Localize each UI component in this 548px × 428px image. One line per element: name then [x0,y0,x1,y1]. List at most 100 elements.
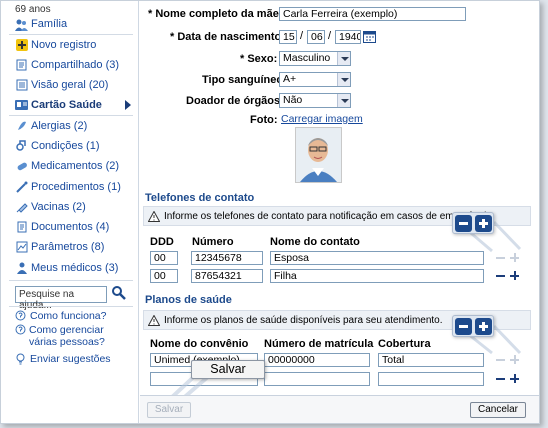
sidebar-item-visao-geral[interactable]: Visão geral (20) [15,77,108,93]
date-separator: / [328,30,332,42]
divider [9,115,133,116]
plans-section-title: Planos de saúde [145,294,232,306]
sidebar-item-condicoes[interactable]: Condições (1) [15,138,99,154]
sidebar-item-novo-registro[interactable]: Novo registro [15,37,96,53]
plan-coverage-input[interactable] [378,372,484,386]
mother-name-input[interactable]: Carla Ferreira (exemplo) [279,7,466,21]
help-link-como-funciona[interactable]: Como funciona? [15,310,106,324]
age-label: 69 anos [15,4,51,15]
warning-icon [147,313,161,326]
add-row-icon[interactable] [508,251,521,264]
remove-row-icon[interactable] [454,214,472,232]
help-search-input[interactable]: Pesquise na ajuda... [15,286,107,311]
health-card-icon [15,99,28,112]
blood-type-select[interactable]: A+ [279,72,351,87]
pill-icon [15,160,28,173]
procedure-icon [15,181,28,194]
sidebar-item-label: Novo registro [31,39,97,51]
column-header-convenio: Nome do convênio [150,338,249,350]
contact-ddd-input[interactable]: 00 [150,269,178,283]
share-icon [15,59,28,72]
remove-row-icon[interactable] [494,372,507,385]
add-row-icon[interactable] [508,353,521,366]
birth-year-input[interactable]: 1940 [335,30,361,44]
sidebar-item-label: Alergias (2) [31,120,88,132]
sidebar-item-label: Documentos (4) [31,221,110,233]
column-header-numero: Número [192,236,234,248]
sidebar-item-meus-medicos[interactable]: Meus médicos (3) [15,260,118,276]
blood-type-label: Tipo sanguíneo: [202,74,287,86]
remove-row-icon[interactable] [494,251,507,264]
help-icon [15,310,27,324]
birth-month-input[interactable]: 06 [307,30,325,44]
add-icon [15,39,28,52]
add-row-icon[interactable] [474,317,492,335]
sidebar-item-label: Medicamentos (2) [31,160,120,172]
contact-number-input[interactable]: 12345678 [191,251,263,265]
form-action-bar: Salvar Cancelar [140,395,539,423]
remove-row-icon[interactable] [454,317,472,335]
plans-info-text: Informe os planos de saúde disponíveis p… [164,314,443,326]
sex-select[interactable]: Masculino [279,51,351,66]
document-icon [15,221,28,234]
sidebar-item-alergias[interactable]: Alergias (2) [15,118,87,134]
plan-coverage-input[interactable]: Total [378,353,484,367]
birth-date-label: * Data de nascimento: [170,31,285,43]
sidebar-item-label: Compartilhado (3) [31,59,120,71]
conditions-icon [15,140,28,153]
organ-donor-label: Doador de órgãos? [186,95,287,107]
contact-name-input[interactable]: Filha [270,269,484,283]
plan-id-input[interactable] [264,372,370,386]
vaccine-icon [15,201,28,214]
sidebar-item-label: Família [31,18,68,30]
add-row-icon[interactable] [508,269,521,282]
organ-donor-select-value: Não [283,94,303,106]
plan-id-input[interactable]: 00000000 [264,353,370,367]
help-icon [15,324,26,348]
cancel-button[interactable]: Cancelar [470,402,526,418]
remove-row-icon[interactable] [494,353,507,366]
lightbulb-icon [15,353,27,368]
help-link-gerenciar-pessoas[interactable]: Como gerenciar várias pessoas? [15,324,133,348]
sidebar-item-parametros[interactable]: Parâmetros (8) [15,239,104,255]
sidebar-item-procedimentos[interactable]: Procedimentos (1) [15,179,121,195]
calendar-icon[interactable] [363,30,376,43]
photo-label: Foto: [250,114,278,126]
contacts-info-text: Informe os telefones de contato para not… [164,210,495,222]
add-row-icon[interactable] [474,214,492,232]
help-link-label: Como funciona? [30,310,107,322]
chevron-down-icon [337,52,350,65]
help-link-enviar-sugestoes[interactable]: Enviar sugestões [15,353,111,368]
column-header-ddd: DDD [150,236,174,248]
save-button-callout: Salvar [191,360,265,379]
sidebar-item-label: Meus médicos (3) [31,262,119,274]
sidebar-item-label: Condições (1) [31,140,100,152]
upload-photo-link[interactable]: Carregar imagem [281,113,363,125]
remove-row-icon[interactable] [494,269,507,282]
contact-ddd-input[interactable]: 00 [150,251,178,265]
sidebar-item-documentos[interactable]: Documentos (4) [15,219,109,235]
add-row-icon[interactable] [508,372,521,385]
sidebar-item-medicamentos[interactable]: Medicamentos (2) [15,158,119,174]
sidebar-item-label: Vacinas (2) [31,201,86,213]
save-button[interactable]: Salvar [147,402,191,418]
parameters-icon [15,241,28,254]
sidebar-item-vacinas[interactable]: Vacinas (2) [15,199,86,215]
birth-day-input[interactable]: 15 [279,30,297,44]
divider [9,280,133,281]
sidebar-item-familia[interactable]: Família [15,16,67,32]
contact-number-input[interactable]: 87654321 [191,269,263,283]
blood-type-select-value: A+ [283,73,297,85]
sidebar-item-cartao-saude[interactable]: Cartão Saúde [15,97,137,113]
zoomed-add-remove-controls [452,315,494,337]
column-header-matricula: Número de matrícula [264,338,374,350]
contact-name-input[interactable]: Esposa [270,251,484,265]
chevron-down-icon [337,73,350,86]
contacts-section-title: Telefones de contato [145,192,255,204]
search-icon[interactable] [111,285,127,301]
sidebar-item-label: Parâmetros (8) [31,241,105,253]
zoomed-add-remove-controls [452,212,494,234]
organ-donor-select[interactable]: Não [279,93,351,108]
column-header-cobertura: Cobertura [378,338,431,350]
sidebar-item-compartilhado[interactable]: Compartilhado (3) [15,57,119,73]
